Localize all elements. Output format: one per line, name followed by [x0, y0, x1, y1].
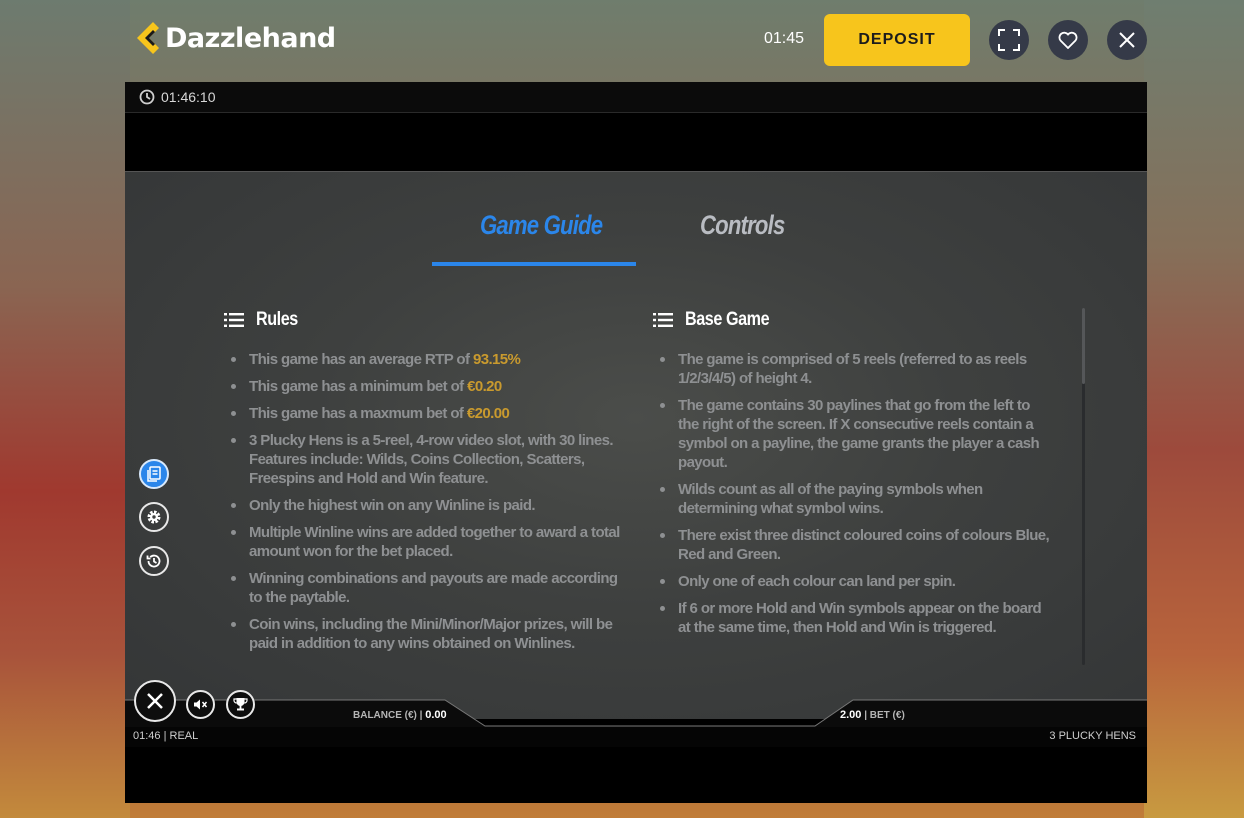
rules-list: This game has an average RTP of 93.15% T…: [224, 350, 624, 653]
close-icon: [1119, 32, 1135, 48]
settings-gear-icon: [147, 510, 161, 524]
list-item: This game has a maxmum bet of €20.00: [224, 404, 624, 423]
rtp-value: 93.15%: [472, 351, 521, 368]
list-item: This game has a minimum bet of €0.20: [224, 377, 624, 396]
base-game-section: Base Game The game is comprised of 5 ree…: [653, 307, 1053, 645]
footer-game-name: 3 PLUCKY HENS: [1049, 730, 1136, 742]
game-topbar: 01:46:10: [125, 82, 1147, 113]
bet-display: 2.00 | BET (€): [840, 709, 905, 721]
hud-frame: [125, 699, 1147, 727]
list-item: Winning combinations and payouts are mad…: [224, 569, 624, 607]
bet-value: 2.00: [840, 709, 862, 721]
bet-label: | BET (€): [864, 710, 905, 721]
fullscreen-icon: [998, 29, 1020, 51]
clock-icon: [139, 89, 155, 105]
min-bet-value: €0.20: [467, 378, 502, 395]
mute-button[interactable]: [186, 690, 215, 719]
game-footer: 01:46 | REAL 3 PLUCKY HENS: [125, 727, 1147, 747]
list-item: Wilds count as all of the paying symbols…: [653, 480, 1053, 518]
logo-text: Dazzlehand: [165, 22, 336, 54]
list-item: There exist three distinct coloured coin…: [653, 526, 1053, 564]
favorite-button[interactable]: [1048, 20, 1088, 60]
paytable-button[interactable]: [139, 459, 169, 489]
close-icon: [147, 693, 163, 709]
history-button[interactable]: [139, 546, 169, 576]
close-game-button[interactable]: [1107, 20, 1147, 60]
list-item: Multiple Winline wins are added together…: [224, 523, 624, 561]
trophy-icon: [233, 698, 248, 711]
scrollbar-thumb[interactable]: [1082, 308, 1085, 384]
max-bet-value: €20.00: [466, 405, 510, 422]
tab-controls[interactable]: Controls: [700, 210, 785, 241]
balance-display: BALANCE (€) | 0.00: [353, 709, 447, 721]
list-item: This game has an average RTP of 93.15%: [224, 350, 624, 369]
fullscreen-button[interactable]: [989, 20, 1029, 60]
balance-label: BALANCE (€) |: [353, 710, 423, 721]
close-guide-button[interactable]: [134, 680, 176, 722]
list-item: The game is comprised of 5 reels (referr…: [653, 350, 1053, 388]
list-item: Only the highest win on any Winline is p…: [224, 496, 624, 515]
session-timer-text: 01:46:10: [161, 89, 216, 105]
list-item: 3 Plucky Hens is a 5-reel, 4-row video s…: [224, 431, 624, 488]
game-guide-panel: Game Guide Controls Rules This game has …: [125, 171, 1147, 719]
deposit-button[interactable]: DEPOSIT: [824, 14, 970, 66]
base-game-title: Base Game: [685, 309, 770, 330]
menu-list-icon: [653, 313, 673, 327]
list-item: Only one of each colour can land per spi…: [653, 572, 1053, 591]
settings-button[interactable]: [139, 502, 169, 532]
trophy-button[interactable]: [226, 690, 255, 719]
active-tab-indicator: [432, 262, 636, 266]
paytable-icon: [147, 466, 161, 482]
background-left: [0, 0, 130, 818]
history-icon: [146, 554, 161, 568]
balance-value: 0.00: [425, 709, 447, 721]
menu-list-icon: [224, 313, 244, 327]
logo-icon: [133, 18, 163, 58]
base-game-list: The game is comprised of 5 reels (referr…: [653, 350, 1053, 637]
site-logo[interactable]: Dazzlehand: [133, 18, 336, 58]
heart-icon: [1058, 31, 1078, 49]
list-item: If 6 or more Hold and Win symbols appear…: [653, 599, 1053, 637]
header-time: 01:45: [764, 30, 805, 47]
site-header: Dazzlehand 01:45 DEPOSIT: [0, 0, 1244, 82]
game-frame: 01:46:10 Game Guide Controls Rules This …: [125, 82, 1147, 803]
background-right: [1144, 0, 1244, 818]
rules-section: Rules This game has an average RTP of 93…: [224, 307, 624, 661]
rules-title: Rules: [256, 309, 298, 330]
list-item: The game contains 30 paylines that go fr…: [653, 396, 1053, 472]
list-item: Coin wins, including the Mini/Minor/Majo…: [224, 615, 624, 653]
bottom-hud: BALANCE (€) | 0.00 2.00 | BET (€): [125, 699, 1147, 727]
mute-icon: [194, 699, 208, 710]
session-timer: 01:46:10: [139, 89, 216, 105]
tab-game-guide[interactable]: Game Guide: [480, 210, 603, 241]
scrollbar[interactable]: [1082, 308, 1085, 665]
footer-session: 01:46 | REAL: [133, 730, 199, 742]
